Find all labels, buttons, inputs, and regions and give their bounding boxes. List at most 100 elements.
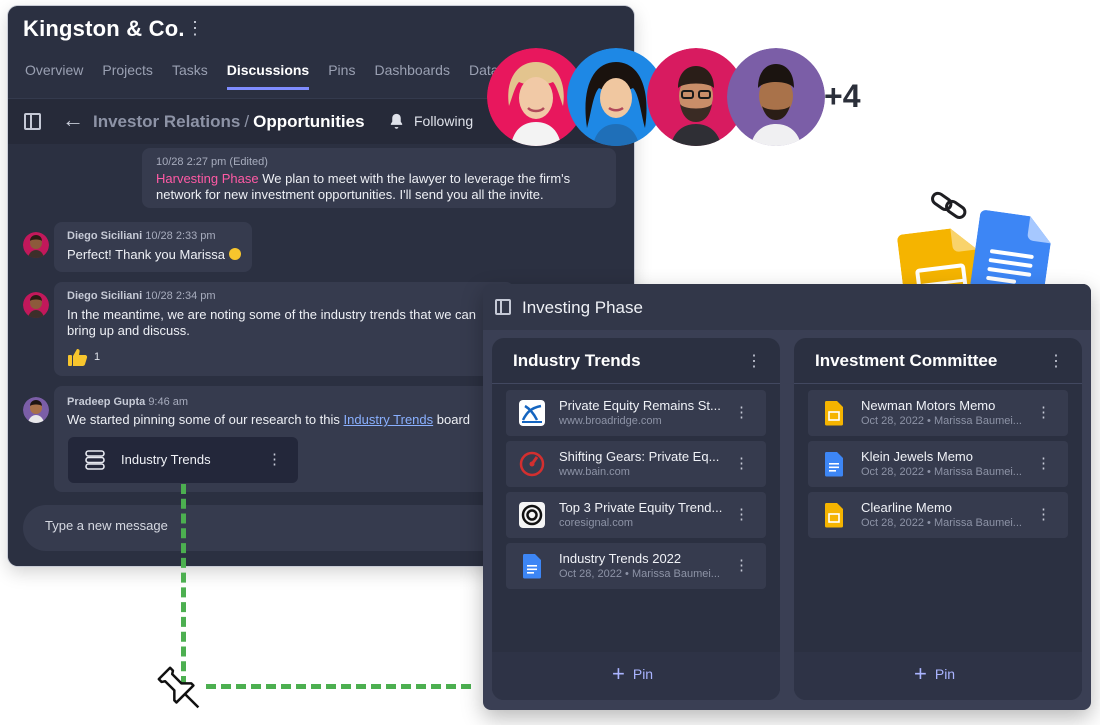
pin-card-subtitle: www.bain.com	[559, 466, 630, 478]
message-timestamp: 10/28 2:33 pm	[145, 230, 216, 242]
pin-card-menu-icon[interactable]: ⋮	[734, 454, 749, 472]
add-pin-button[interactable]: + Pin	[612, 663, 653, 685]
pushpin-icon	[157, 666, 200, 709]
following-button[interactable]: Following	[388, 112, 473, 130]
extra-participants-count[interactable]: +4	[824, 78, 860, 115]
breadcrumb-current: Opportunities	[253, 112, 365, 131]
add-pin-label: Pin	[934, 666, 956, 682]
investing-phase-board: Investing Phase Industry Trends ⋮ Privat…	[483, 284, 1091, 710]
board-attachment-label: Industry Trends	[121, 452, 211, 467]
new-message-input[interactable]	[45, 518, 445, 533]
reaction-count: 1	[94, 351, 101, 363]
google-slides-icon	[824, 503, 843, 528]
pin-card[interactable]: Industry Trends 2022 Oct 28, 2022 • Mari…	[506, 543, 766, 589]
message-text-before: We started pinning some of our research …	[67, 412, 340, 427]
pin-card[interactable]: Top 3 Private Equity Trend... coresignal…	[506, 492, 766, 538]
message-author[interactable]: Diego Siciliani	[67, 290, 142, 302]
column-divider	[794, 383, 1082, 384]
tab-pins[interactable]: Pins	[328, 62, 355, 90]
broadridge-logo-icon	[519, 400, 545, 426]
tab-projects[interactable]: Projects	[102, 62, 153, 90]
pin-card-menu-icon[interactable]: ⋮	[734, 556, 749, 574]
column-title: Investment Committee	[815, 351, 998, 370]
google-slides-icon	[824, 401, 843, 426]
pin-connector-vertical	[181, 484, 186, 686]
message-timestamp: 10/28 2:34 pm	[145, 290, 216, 302]
phase-tag[interactable]: Harvesting Phase	[156, 171, 259, 186]
pin-card-title: Shifting Gears: Private Eq...	[559, 449, 720, 464]
bain-logo-icon	[519, 451, 545, 477]
pin-card-title: Klein Jewels Memo	[861, 449, 973, 464]
reaction-thumbs-up[interactable]: 1	[68, 348, 100, 366]
avatar-diego[interactable]	[23, 292, 49, 318]
pin-card[interactable]: Shifting Gears: Private Eq... www.bain.c…	[506, 441, 766, 487]
edited-label: (Edited)	[229, 156, 268, 168]
google-docs-icon	[824, 452, 843, 477]
column-menu-icon[interactable]: ⋮	[746, 351, 762, 371]
participant-avatar[interactable]	[727, 48, 825, 146]
pin-card[interactable]: Clearline Memo Oct 28, 2022 • Marissa Ba…	[808, 492, 1068, 538]
pin-card-menu-icon[interactable]: ⋮	[1036, 403, 1051, 421]
pin-card-subtitle: Oct 28, 2022 • Marissa Baumei...	[861, 466, 1022, 478]
message-timestamp: 10/28 2:27 pm	[156, 156, 227, 168]
board-sidebar-toggle-icon[interactable]	[495, 299, 511, 315]
message-timestamp: 9:46 am	[148, 396, 189, 408]
column-title: Industry Trends	[513, 351, 641, 370]
pin-card[interactable]: Newman Motors Memo Oct 28, 2022 • Mariss…	[808, 390, 1068, 436]
avatar-diego[interactable]	[23, 232, 49, 258]
message-text-line2: network for new investment opportunities…	[156, 187, 544, 202]
google-docs-icon	[522, 554, 541, 579]
message-author[interactable]: Pradeep Gupta	[67, 396, 145, 408]
pin-card-subtitle: Oct 28, 2022 • Marissa Baumei...	[861, 415, 1022, 427]
message-text: Perfect! Thank you Marissa	[67, 247, 225, 262]
pin-card-title: Newman Motors Memo	[861, 398, 996, 413]
pin-card-title: Top 3 Private Equity Trend...	[559, 500, 723, 515]
tab-tasks[interactable]: Tasks	[172, 62, 208, 90]
participants-avatars[interactable]: +4	[487, 48, 867, 150]
message-text-line2: bring up and discuss.	[67, 323, 190, 338]
pin-card-menu-icon[interactable]: ⋮	[734, 505, 749, 523]
back-arrow-icon[interactable]: ←	[62, 107, 84, 133]
link-icon	[931, 191, 967, 219]
pin-card-title: Clearline Memo	[861, 500, 953, 515]
board-attachment-card[interactable]: Industry Trends ⋮	[68, 437, 298, 483]
pin-card-title: Private Equity Remains St...	[559, 398, 721, 413]
workspace-menu-icon[interactable]: ⋮	[186, 18, 204, 39]
column-investment-committee: Investment Committee ⋮ Newman Motors Mem…	[794, 338, 1082, 700]
message-text-line1: We plan to meet with the lawyer to lever…	[262, 171, 571, 186]
pin-connector-horizontal	[206, 684, 471, 689]
board-icon	[85, 450, 105, 470]
pin-card-menu-icon[interactable]: ⋮	[734, 403, 749, 421]
message-industry-trends: Diego Siciliani 10/28 2:34 pm In the mea…	[54, 282, 514, 376]
pin-card-menu-icon[interactable]: ⋮	[1036, 454, 1051, 472]
tab-discussions[interactable]: Discussions	[226, 62, 310, 90]
board-header: Investing Phase	[483, 284, 1091, 330]
message-harvesting: 10/28 2:27 pm (Edited) Harvesting Phase …	[142, 148, 616, 208]
breadcrumb-parent[interactable]: Investor Relations	[93, 112, 240, 131]
message-author[interactable]: Diego Siciliani	[67, 230, 142, 242]
column-industry-trends: Industry Trends ⋮ Private Equity Remains…	[492, 338, 780, 700]
avatar-pradeep[interactable]	[23, 397, 49, 423]
breadcrumb: Investor Relations / Opportunities	[93, 112, 365, 132]
pin-card-title: Industry Trends 2022	[559, 551, 682, 566]
sidebar-toggle-icon[interactable]	[24, 113, 41, 130]
message-perfect: Diego Siciliani 10/28 2:33 pm Perfect! T…	[54, 222, 252, 272]
column-menu-icon[interactable]: ⋮	[1048, 351, 1064, 371]
column-footer: + Pin	[794, 652, 1082, 700]
workspace-tabs: Overview Projects Tasks Discussions Pins…	[25, 62, 546, 90]
add-pin-button[interactable]: + Pin	[914, 661, 956, 686]
pin-card-subtitle: coresignal.com	[559, 517, 633, 529]
tab-overview[interactable]: Overview	[25, 62, 83, 90]
pin-card-menu-icon[interactable]: ⋮	[1036, 505, 1051, 523]
board-attachment-menu-icon[interactable]: ⋮	[267, 450, 282, 468]
following-label: Following	[414, 113, 474, 129]
pin-card[interactable]: Klein Jewels Memo Oct 28, 2022 • Marissa…	[808, 441, 1068, 487]
plus-icon: +	[914, 661, 927, 686]
board-title: Investing Phase	[522, 298, 643, 317]
smile-emoji-icon	[228, 248, 241, 260]
pin-card[interactable]: Private Equity Remains St... www.broadri…	[506, 390, 766, 436]
tab-dashboards[interactable]: Dashboards	[374, 62, 450, 90]
message-composer[interactable]	[23, 505, 503, 551]
industry-trends-link[interactable]: Industry Trends	[344, 412, 434, 427]
message-pinning: Pradeep Gupta 9:46 am We started pinning…	[54, 386, 514, 492]
